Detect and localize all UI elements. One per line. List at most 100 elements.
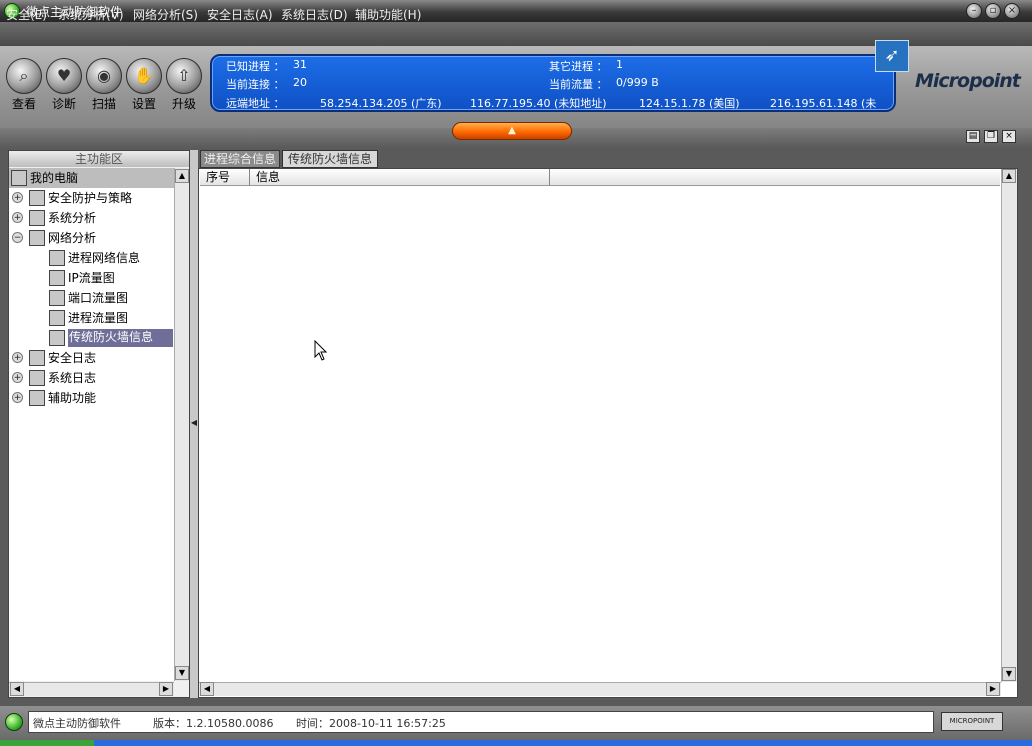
tree-item[interactable]: − 网络分析 bbox=[9, 228, 174, 248]
ip-traffic-icon bbox=[49, 270, 65, 286]
scroll-up-icon[interactable]: ▲ bbox=[175, 169, 189, 183]
process-traffic-icon bbox=[49, 310, 65, 326]
expand-icon[interactable]: + bbox=[12, 212, 23, 223]
main-function-header: 主功能区 bbox=[9, 151, 189, 167]
other-process-label: 其它进程 ： bbox=[549, 60, 608, 73]
known-process-value: 31 bbox=[293, 58, 307, 71]
column-header-info[interactable]: 信息 bbox=[250, 169, 550, 186]
status-app-name: 微点主动防御软件 bbox=[33, 717, 121, 730]
magnifier-icon[interactable]: ⌕ bbox=[6, 58, 42, 94]
shield-policy-icon bbox=[29, 190, 45, 206]
close-button[interactable]: × bbox=[1004, 3, 1020, 19]
tree-item-label: 辅助功能 bbox=[48, 391, 97, 405]
menu-network-analysis[interactable]: 网络分析(S) bbox=[133, 6, 198, 23]
tree-item[interactable]: + 辅助功能 bbox=[9, 388, 174, 408]
tree-item[interactable]: 端口流量图 bbox=[9, 288, 174, 308]
tree-item[interactable]: 进程流量图 bbox=[9, 308, 174, 328]
mouse-cursor-icon bbox=[314, 340, 328, 361]
menu-helper[interactable]: 辅助功能(H) bbox=[355, 6, 421, 23]
close-panel-icon[interactable]: × bbox=[1002, 130, 1016, 143]
connections-value: 20 bbox=[293, 76, 307, 89]
layout-icon[interactable]: ▤ bbox=[966, 130, 980, 143]
scroll-down-icon[interactable]: ▼ bbox=[1002, 667, 1016, 681]
status-logo: MICROPOINT bbox=[941, 712, 1003, 731]
tab-process-info[interactable]: 进程综合信息 bbox=[200, 150, 280, 168]
hand-settings-icon[interactable]: ✋ bbox=[126, 58, 162, 94]
eagle-logo-icon[interactable]: ➶ bbox=[875, 40, 909, 72]
table-horizontal-scrollbar[interactable] bbox=[199, 682, 1001, 696]
tree-item[interactable]: + 系统日志 bbox=[9, 368, 174, 388]
brand-logo: Micropoint bbox=[915, 70, 1021, 92]
remote-address: 116.77.195.40 (未知地址) bbox=[470, 97, 607, 110]
tree-item-label: 我的电脑 bbox=[30, 171, 79, 185]
scroll-up-icon[interactable]: ▲ bbox=[1002, 169, 1016, 183]
maximize-button[interactable]: ▫ bbox=[985, 3, 1001, 19]
column-header-index[interactable]: 序号 bbox=[200, 169, 250, 186]
scan-button-label[interactable]: 扫描 bbox=[84, 95, 124, 112]
tree-item-label: 系统分析 bbox=[48, 211, 97, 225]
tree-vertical-scrollbar[interactable] bbox=[174, 168, 189, 681]
expand-icon[interactable]: + bbox=[12, 372, 23, 383]
tree-item-label: 安全日志 bbox=[48, 351, 97, 365]
traffic-value: 0/999 B bbox=[616, 76, 659, 89]
tree-item-label: 安全防护与策略 bbox=[48, 191, 133, 205]
firewall-info-content bbox=[198, 168, 1018, 698]
taskbar-strip bbox=[0, 740, 1032, 746]
upgrade-icon[interactable]: ⇧ bbox=[166, 58, 202, 94]
expand-icon[interactable]: + bbox=[12, 192, 23, 203]
computer-icon bbox=[11, 170, 27, 186]
heart-icon[interactable]: ♥ bbox=[46, 58, 82, 94]
connections-label: 当前连接 ： bbox=[226, 78, 285, 91]
tree-item[interactable]: 我的电脑 bbox=[9, 168, 174, 188]
tree-item-label: 进程流量图 bbox=[68, 311, 129, 325]
table-vertical-scrollbar[interactable] bbox=[1001, 169, 1017, 682]
scroll-right-icon[interactable]: ▶ bbox=[986, 682, 1000, 696]
tree-item-label: 端口流量图 bbox=[68, 291, 129, 305]
chevron-left-icon[interactable]: ◀ bbox=[190, 418, 198, 430]
menu-system-analysis[interactable]: 系统分析(V) bbox=[58, 6, 124, 23]
process-network-icon bbox=[49, 250, 65, 266]
remote-address: 58.254.134.205 (广东) bbox=[320, 97, 442, 110]
expand-icon[interactable]: + bbox=[12, 392, 23, 403]
tree-item[interactable]: 进程网络信息 bbox=[9, 248, 174, 268]
tree-item-label: 系统日志 bbox=[48, 371, 97, 385]
menu-security-log[interactable]: 安全日志(A) bbox=[207, 6, 273, 23]
port-traffic-icon bbox=[49, 290, 65, 306]
tree-item[interactable]: IP流量图 bbox=[9, 268, 174, 288]
scroll-down-icon[interactable]: ▼ bbox=[175, 666, 189, 680]
tree-item[interactable]: + 系统分析 bbox=[9, 208, 174, 228]
minimize-button[interactable]: – bbox=[966, 3, 982, 19]
settings-button-label[interactable]: 设置 bbox=[124, 95, 164, 112]
scroll-right-icon[interactable]: ▶ bbox=[159, 682, 173, 696]
diagnose-button-label[interactable]: 诊断 bbox=[44, 95, 84, 112]
tree-item-label: 传统防火墙信息 bbox=[68, 329, 174, 347]
tab-firewall-info[interactable]: 传统防火墙信息 bbox=[282, 150, 378, 168]
remote-address: 216.195.61.148 (未 bbox=[770, 97, 877, 110]
tree-horizontal-scrollbar[interactable] bbox=[9, 682, 174, 696]
status-version: 版本：1.2.10580.0086 bbox=[153, 717, 274, 730]
tree-item-label: 网络分析 bbox=[48, 231, 97, 245]
upgrade-button-label[interactable]: 升级 bbox=[164, 95, 204, 112]
tree-item-label: IP流量图 bbox=[68, 271, 115, 285]
view-button-label[interactable]: 查看 bbox=[4, 95, 44, 112]
remote-address: 124.15.1.78 (美国) bbox=[639, 97, 740, 110]
tools-icon bbox=[29, 390, 45, 406]
system-log-icon bbox=[29, 370, 45, 386]
other-process-value: 1 bbox=[616, 58, 623, 71]
start-button-strip[interactable] bbox=[0, 740, 94, 746]
collapse-icon[interactable]: − bbox=[12, 232, 23, 243]
scroll-left-icon[interactable]: ◀ bbox=[10, 682, 24, 696]
firewall-icon bbox=[49, 330, 65, 346]
menu-system-log[interactable]: 系统日志(D) bbox=[281, 6, 348, 23]
tree-item[interactable]: 传统防火墙信息 bbox=[9, 328, 174, 348]
collapse-toolbar-button[interactable]: ▲ bbox=[452, 122, 572, 140]
scroll-left-icon[interactable]: ◀ bbox=[200, 682, 214, 696]
expand-icon[interactable]: + bbox=[12, 352, 23, 363]
menu-security[interactable]: 安全(E) bbox=[6, 6, 47, 23]
scan-icon[interactable]: ◉ bbox=[86, 58, 122, 94]
restore-icon[interactable]: ❐ bbox=[984, 130, 998, 143]
tree-item[interactable]: + 安全日志 bbox=[9, 348, 174, 368]
tree-item[interactable]: + 安全防护与策略 bbox=[9, 188, 174, 208]
security-log-icon bbox=[29, 350, 45, 366]
system-icon bbox=[29, 210, 45, 226]
